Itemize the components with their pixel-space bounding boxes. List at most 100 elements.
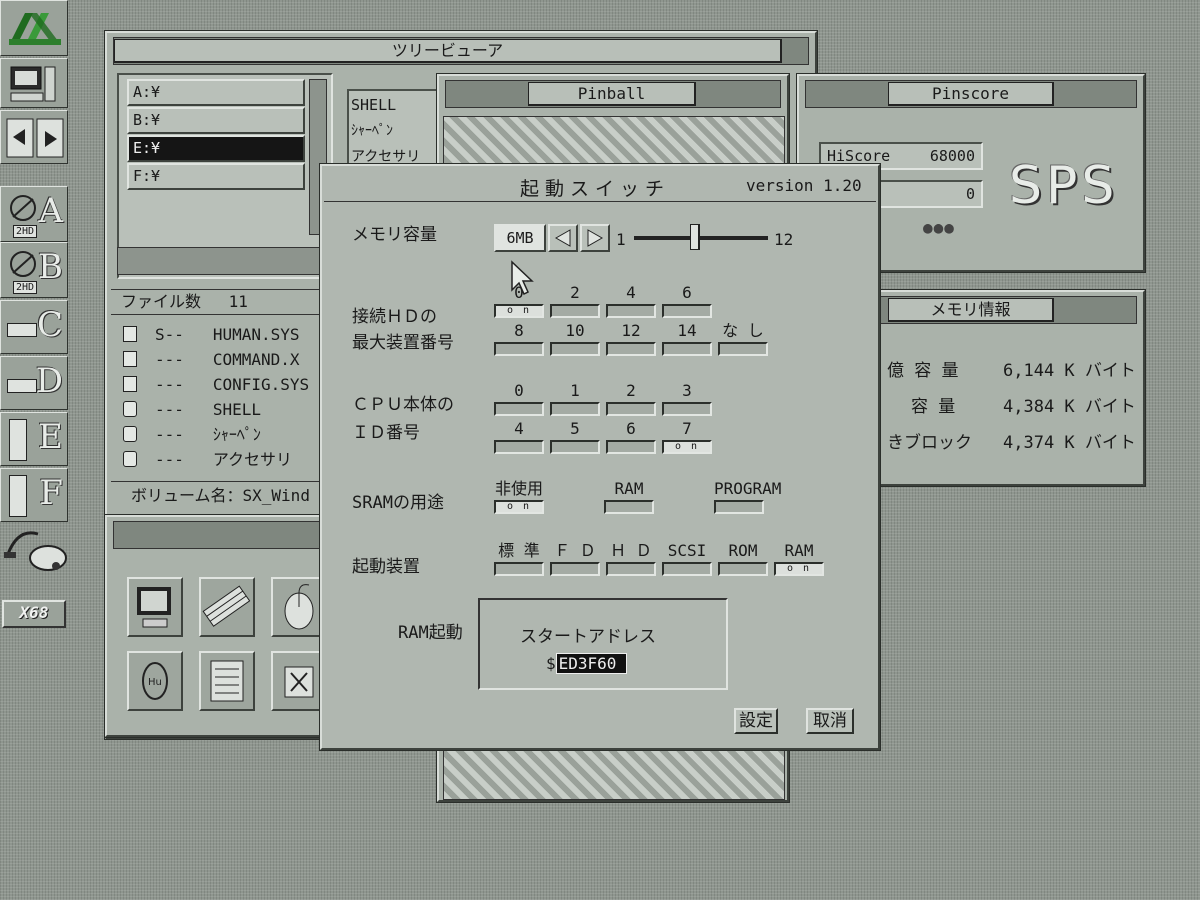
drive-d-button[interactable]: D	[0, 356, 68, 410]
increase-arrow-button[interactable]	[580, 224, 610, 252]
tree-viewer-titlebar[interactable]: ツリービューア	[113, 37, 809, 65]
switch-off[interactable]	[604, 500, 654, 514]
switch-off[interactable]	[662, 562, 712, 576]
switch-off[interactable]	[662, 342, 712, 356]
drive-a-badge: 2HD	[13, 225, 38, 238]
switch-number: 非使用	[494, 479, 543, 498]
switch-off[interactable]	[718, 342, 768, 356]
switch-number: 14	[677, 321, 697, 340]
switch-off[interactable]	[550, 342, 600, 356]
vacuum-cleaner-icon[interactable]	[4, 524, 68, 572]
switch-off[interactable]	[550, 304, 600, 318]
file-name: HUMAN.SYS	[212, 325, 300, 344]
ram-boot-label: RAM起動	[398, 623, 463, 643]
file-name: ｼｬｰﾍﾟﾝ	[212, 425, 261, 444]
pinscore-titlebar[interactable]: Pinscore	[805, 80, 1137, 108]
drive-b-badge: 2HD	[13, 281, 38, 294]
folder-icon	[123, 401, 137, 417]
horizontal-scrollbar[interactable]	[117, 247, 333, 275]
switch-number: Ｈ Ｄ	[610, 541, 652, 560]
drive-item-selected[interactable]: E:¥	[127, 135, 305, 162]
switch-off[interactable]	[550, 562, 600, 576]
sx-window-logo-icon	[9, 13, 61, 45]
switch-number: 3	[682, 381, 692, 400]
file-row[interactable]: --- CONFIG.SYS	[123, 373, 309, 397]
switch-number: PROGRAM	[714, 479, 782, 498]
switch-on[interactable]: o n	[662, 440, 712, 454]
switch-number: 2	[570, 283, 580, 302]
switch-off[interactable]	[494, 562, 544, 576]
drive-c-button[interactable]: C	[0, 300, 68, 354]
file-row[interactable]: --- COMMAND.X	[123, 348, 300, 372]
drive-item[interactable]: A:¥	[127, 79, 305, 106]
window-zoom-icon[interactable]	[271, 651, 327, 711]
switch-off[interactable]	[662, 402, 712, 416]
switch-off[interactable]	[606, 304, 656, 318]
switch-off[interactable]	[606, 440, 656, 454]
start-address-field[interactable]: $ ED3F60	[546, 652, 628, 678]
x68-logo: X68	[2, 600, 66, 628]
switch-off[interactable]	[494, 440, 544, 454]
switch-off[interactable]	[550, 402, 600, 416]
monitor-icon[interactable]	[127, 577, 183, 637]
boot-switch-dialog: 起動スイッチ version 1.20 メモリ容量 6MB 1 12 接続ＨＤの…	[320, 164, 880, 750]
switch-number: 4	[626, 283, 636, 302]
switch-off[interactable]	[606, 562, 656, 576]
switch-off[interactable]	[714, 500, 764, 514]
hard-disk-icon	[7, 323, 37, 337]
memory-slider-track[interactable]	[634, 236, 768, 240]
switch-off[interactable]	[494, 402, 544, 416]
document-icon	[123, 326, 137, 342]
start-address-label: スタートアドレス	[520, 627, 656, 647]
switch-off[interactable]	[718, 562, 768, 576]
drive-b-letter: B	[38, 247, 63, 287]
drive-d-letter: D	[35, 361, 63, 401]
hd-label-line2: 最大装置番号	[352, 333, 454, 353]
start-address-value[interactable]: ED3F60	[555, 653, 628, 674]
switch-off[interactable]	[662, 304, 712, 318]
file-row[interactable]: --- SHELL	[123, 398, 261, 422]
switch-off[interactable]	[606, 402, 656, 416]
drive-f-button[interactable]: F	[0, 468, 68, 522]
sram-usage-label: SRAMの用途	[352, 493, 444, 513]
hu-clip-icon[interactable]: Hu	[127, 651, 183, 711]
switch-on[interactable]: o n	[774, 562, 824, 576]
computer-icon[interactable]	[0, 58, 68, 108]
document-icon	[123, 376, 137, 392]
launcher-titlebar[interactable]	[113, 521, 333, 549]
file-count-label: ファイル数	[121, 292, 202, 311]
file-row[interactable]: S-- HUMAN.SYS	[123, 323, 300, 347]
hard-disk-icon	[7, 379, 37, 393]
drive-e-button[interactable]: E	[0, 412, 68, 466]
drive-a-button[interactable]: 2HD A	[0, 186, 68, 242]
cancel-button[interactable]: 取消	[806, 708, 854, 734]
file-row[interactable]: --- アクセサリ	[123, 448, 292, 472]
switch-on[interactable]: o n	[494, 304, 544, 318]
sram-options: 非使用o nRAM diskPROGRAM	[494, 480, 834, 520]
switch-number: 12	[621, 321, 641, 340]
file-row[interactable]: --- ｼｬｰﾍﾟﾝ	[123, 423, 261, 447]
dock-logo-tile[interactable]	[0, 0, 68, 56]
memory-slider-thumb[interactable]	[690, 224, 700, 250]
memory-row-label: 容 量	[911, 397, 956, 417]
file-name: COMMAND.X	[212, 350, 300, 369]
ok-button[interactable]: 設定	[734, 708, 778, 734]
switch-off[interactable]	[494, 342, 544, 356]
floppy-no-disk-icon	[10, 251, 36, 277]
drive-b-button[interactable]: 2HD B	[0, 242, 68, 298]
switch-number: 8	[514, 321, 524, 340]
decrease-arrow-button[interactable]	[548, 224, 578, 252]
switch-off[interactable]	[550, 440, 600, 454]
mouse-icon[interactable]	[271, 577, 327, 637]
drive-item[interactable]: B:¥	[127, 107, 305, 134]
document-editor-icon[interactable]	[199, 651, 255, 711]
pinball-titlebar[interactable]: Pinball	[445, 80, 781, 108]
memory-row-value: 4,384 K バイト	[1003, 397, 1136, 417]
keyboard-icon[interactable]	[199, 577, 255, 637]
switch-off[interactable]	[606, 342, 656, 356]
dialog-titlebar[interactable]: 起動スイッチ version 1.20	[324, 168, 876, 202]
copy-icon[interactable]	[0, 110, 68, 164]
switch-on[interactable]: o n	[494, 500, 544, 514]
memory-row-value: 4,374 K バイト	[1003, 433, 1136, 453]
drive-item[interactable]: F:¥	[127, 163, 305, 190]
